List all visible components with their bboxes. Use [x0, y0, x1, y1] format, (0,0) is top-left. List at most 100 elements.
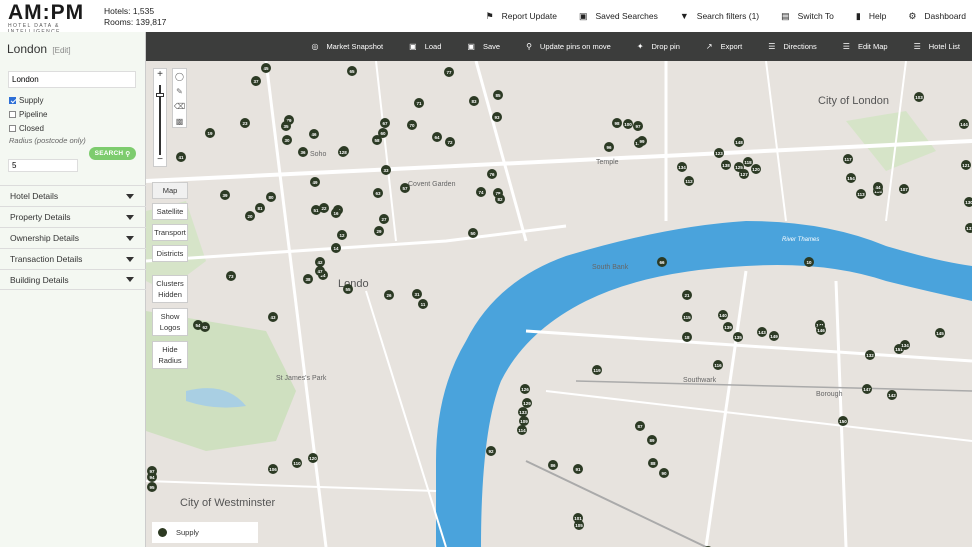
hotel-pin[interactable]: 121: [961, 160, 971, 170]
hotel-pin[interactable]: 77: [444, 67, 454, 77]
hotel-pin[interactable]: 105: [574, 520, 584, 530]
hotel-pin[interactable]: 62: [200, 322, 210, 332]
hotel-pin[interactable]: 140: [718, 310, 728, 320]
hotel-pin[interactable]: 114: [517, 425, 527, 435]
hotel-pin[interactable]: 39: [220, 190, 230, 200]
edit-map-button[interactable]: ☰ Edit Map: [843, 42, 888, 51]
hotel-pin[interactable]: 14: [331, 243, 341, 253]
hotel-pin[interactable]: 27: [379, 214, 389, 224]
hotel-pin[interactable]: 116: [713, 360, 723, 370]
hotel-pin[interactable]: 92: [486, 446, 496, 456]
hotel-pin[interactable]: 51: [311, 205, 321, 215]
hotel-pin[interactable]: 80: [266, 192, 276, 202]
hotel-pin[interactable]: 82: [495, 194, 505, 204]
hotel-pin[interactable]: 45: [261, 63, 271, 73]
location-input[interactable]: [8, 71, 136, 88]
hotel-pin[interactable]: 88: [648, 458, 658, 468]
load-button[interactable]: ▣ Load: [409, 42, 441, 51]
hotel-pin[interactable]: 131: [965, 223, 972, 233]
hotel-pin[interactable]: 134: [900, 340, 910, 350]
search-filters-link[interactable]: ▼ Search filters (1): [680, 11, 759, 21]
hotel-pin[interactable]: 123: [714, 148, 724, 158]
hotel-pin[interactable]: 23: [240, 118, 250, 128]
hotel-pin[interactable]: 113: [856, 189, 866, 199]
hotel-pin[interactable]: 110: [292, 458, 302, 468]
report-update-link[interactable]: ⚑ Report Update: [486, 11, 557, 22]
hotel-pin[interactable]: 12: [337, 230, 347, 240]
map-canvas[interactable]: City of London City of Westminster Soho …: [146, 61, 972, 547]
hotel-pin[interactable]: 144: [959, 119, 969, 129]
hotel-pin[interactable]: 143: [757, 327, 767, 337]
hotel-pin[interactable]: 119: [592, 365, 602, 375]
hotel-pin[interactable]: 76: [487, 169, 497, 179]
hotel-pin[interactable]: 132: [865, 350, 875, 360]
map-view-button[interactable]: Map: [152, 182, 188, 199]
hotel-pin[interactable]: 99: [637, 136, 647, 146]
hotel-pin[interactable]: 20: [245, 211, 255, 221]
hotel-pin[interactable]: 31: [412, 289, 422, 299]
hotel-pin[interactable]: 65: [347, 66, 357, 76]
closed-checkbox-row[interactable]: Closed: [9, 124, 44, 133]
zoom-out-button[interactable]: −: [154, 154, 166, 166]
hotel-pin[interactable]: 128: [338, 147, 348, 157]
hotel-pin[interactable]: 97: [147, 466, 157, 476]
closed-checkbox[interactable]: [9, 125, 16, 132]
switch-to-link[interactable]: ▤ Switch To: [781, 11, 834, 22]
help-link[interactable]: ▮ Help: [856, 11, 886, 22]
hotel-pin[interactable]: 135: [733, 332, 743, 342]
drop-pin-button[interactable]: ✦ Drop pin: [637, 42, 680, 51]
hotel-pin[interactable]: 95: [147, 482, 157, 492]
property-details-accordion[interactable]: Property Details: [0, 206, 146, 227]
hotel-pin[interactable]: 70: [407, 120, 417, 130]
save-button[interactable]: ▣ Save: [467, 42, 500, 51]
logo[interactable]: AM:PM HOTEL DATA & INTELLIGENCE: [8, 2, 96, 35]
hotel-pin[interactable]: 127: [739, 169, 749, 179]
ownership-details-accordion[interactable]: Ownership Details: [0, 227, 146, 248]
hotel-pin[interactable]: 149: [769, 331, 779, 341]
hotel-pin[interactable]: 86: [548, 460, 558, 470]
hotel-pin[interactable]: 66: [657, 257, 667, 267]
hotel-list-button[interactable]: ☰ Hotel List: [914, 42, 960, 51]
radius-input[interactable]: [8, 159, 78, 172]
hotel-pin[interactable]: 106: [268, 464, 278, 474]
hotel-pin[interactable]: 50: [468, 228, 478, 238]
hotel-pin[interactable]: 43: [268, 312, 278, 322]
hotel-pin[interactable]: 16: [331, 208, 341, 218]
hotel-pin[interactable]: 117: [843, 154, 853, 164]
hotel-pin[interactable]: 21: [682, 290, 692, 300]
hotel-pin[interactable]: 150: [838, 416, 848, 426]
search-button[interactable]: SEARCH ⚲: [89, 147, 136, 160]
hotel-pin[interactable]: 67: [380, 118, 390, 128]
hotel-pin[interactable]: 138: [721, 160, 731, 170]
hotel-pin[interactable]: 154: [846, 173, 856, 183]
hotel-pin[interactable]: 134: [677, 162, 687, 172]
hotel-pin[interactable]: 100: [623, 119, 633, 129]
supply-checkbox[interactable]: [9, 97, 16, 104]
hotel-pin[interactable]: 147: [862, 384, 872, 394]
edit-icon[interactable]: ✎: [173, 84, 186, 99]
hotel-pin[interactable]: 81: [255, 203, 265, 213]
hotel-pin[interactable]: 57: [400, 183, 410, 193]
transaction-details-accordion[interactable]: Transaction Details: [0, 248, 146, 269]
hotel-pin[interactable]: 46: [309, 129, 319, 139]
hotel-pin[interactable]: 33: [381, 165, 391, 175]
hotel-pin[interactable]: 35: [281, 121, 291, 131]
hotel-pin[interactable]: 72: [445, 137, 455, 147]
hotel-pin[interactable]: 89: [647, 435, 657, 445]
hotel-pin[interactable]: 44: [873, 182, 883, 192]
hotel-details-accordion[interactable]: Hotel Details: [0, 185, 146, 206]
hotel-pin[interactable]: 11: [418, 299, 428, 309]
hotel-pin[interactable]: 126: [520, 384, 530, 394]
pipeline-checkbox[interactable]: [9, 111, 16, 118]
lasso-icon[interactable]: ◯: [173, 69, 186, 84]
hotel-pin[interactable]: 19: [205, 128, 215, 138]
pipeline-checkbox-row[interactable]: Pipeline: [9, 110, 47, 119]
hotel-pin[interactable]: 47: [315, 266, 325, 276]
hotel-pin[interactable]: 38: [303, 274, 313, 284]
hotel-pin[interactable]: 71: [414, 98, 424, 108]
hotel-pin[interactable]: 96: [604, 142, 614, 152]
zoom-in-button[interactable]: +: [154, 69, 166, 81]
hotel-pin[interactable]: 93: [492, 112, 502, 122]
hotel-pin[interactable]: 73: [226, 271, 236, 281]
hotel-pin[interactable]: 10: [804, 257, 814, 267]
